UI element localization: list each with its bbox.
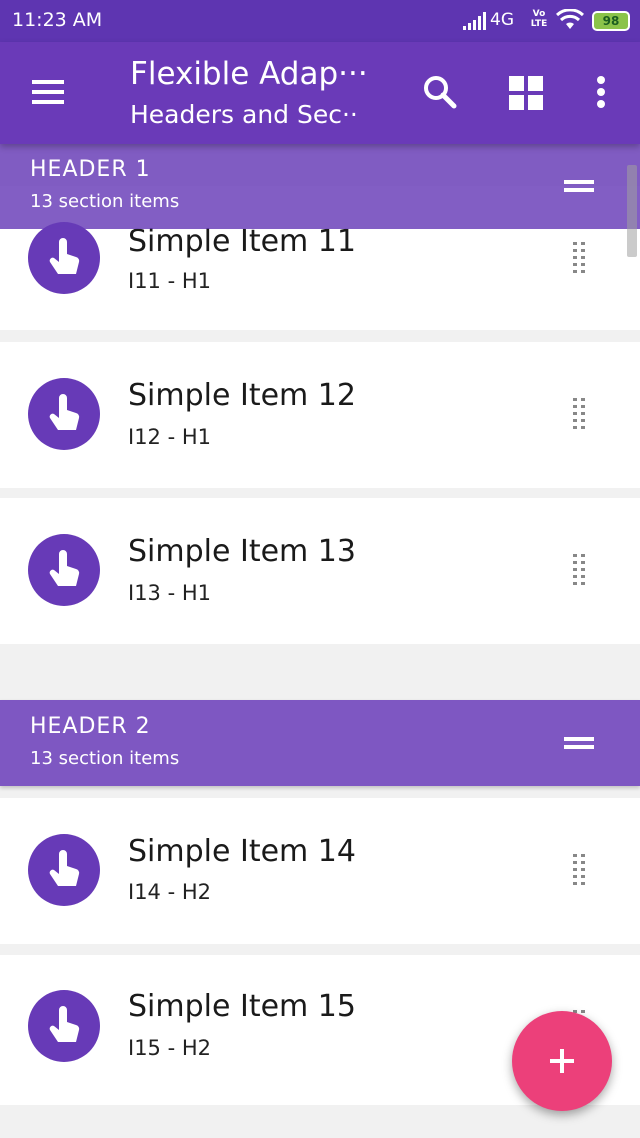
section-header-subtitle: 13 section items — [30, 191, 180, 212]
item-subtitle: I13 - H1 — [128, 581, 211, 605]
avatar — [28, 834, 100, 906]
scrollbar[interactable] — [627, 165, 637, 257]
search-icon[interactable] — [418, 70, 462, 114]
drag-handle-icon[interactable] — [572, 853, 586, 887]
item-title: Simple Item 13 — [128, 534, 356, 569]
touch-icon — [49, 394, 80, 430]
item-subtitle: I11 - H1 — [128, 269, 211, 293]
item-title: Simple Item 11 — [128, 224, 356, 259]
app-toolbar: Flexible Adap··· Headers and Sec·· — [0, 42, 640, 144]
wifi-icon — [556, 9, 584, 29]
item-title: Simple Item 12 — [128, 378, 356, 413]
add-fab-button[interactable] — [512, 1011, 612, 1111]
list-item[interactable]: Simple Item 12 I12 - H1 — [0, 342, 640, 488]
section-header-subtitle: 13 section items — [30, 748, 180, 769]
touch-icon — [49, 850, 80, 886]
section-header-2[interactable]: HEADER 2 13 section items — [0, 700, 640, 786]
menu-icon[interactable] — [28, 76, 68, 108]
avatar — [28, 534, 100, 606]
drag-handle-icon[interactable] — [572, 397, 586, 431]
avatar — [28, 222, 100, 294]
toolbar-title: Flexible Adap··· — [130, 56, 368, 92]
item-subtitle: I12 - H1 — [128, 425, 211, 449]
status-bar: 11:23 AM 4G Vo LTE 98 — [0, 0, 640, 42]
avatar — [28, 378, 100, 450]
section-header-title: HEADER 2 — [30, 714, 151, 739]
more-vert-icon[interactable] — [586, 70, 616, 114]
section-header-1[interactable]: HEADER 1 13 section items — [0, 143, 640, 229]
add-icon — [550, 1049, 574, 1073]
toolbar-subtitle: Headers and Sec·· — [130, 100, 358, 129]
touch-icon — [49, 1006, 80, 1042]
section-header-title: HEADER 1 — [30, 157, 151, 182]
avatar — [28, 990, 100, 1062]
touch-icon — [49, 550, 80, 586]
network-type: 4G — [490, 10, 514, 30]
grid-view-icon[interactable] — [505, 72, 547, 114]
item-subtitle: I14 - H2 — [128, 880, 211, 904]
signal-icon — [463, 12, 486, 30]
item-title: Simple Item 14 — [128, 834, 356, 869]
reorder-icon[interactable] — [562, 177, 596, 195]
status-time: 11:23 AM — [12, 9, 103, 31]
item-title: Simple Item 15 — [128, 989, 356, 1024]
reorder-icon[interactable] — [562, 734, 596, 752]
drag-handle-icon[interactable] — [572, 241, 586, 275]
battery-indicator: 98 — [592, 11, 630, 31]
list-item[interactable]: Simple Item 14 I14 - H2 — [0, 798, 640, 944]
item-subtitle: I15 - H2 — [128, 1036, 211, 1060]
touch-icon — [49, 238, 80, 274]
list-item[interactable]: Simple Item 13 I13 - H1 — [0, 498, 640, 644]
drag-handle-icon[interactable] — [572, 553, 586, 587]
volte-badge: Vo LTE — [530, 9, 548, 29]
